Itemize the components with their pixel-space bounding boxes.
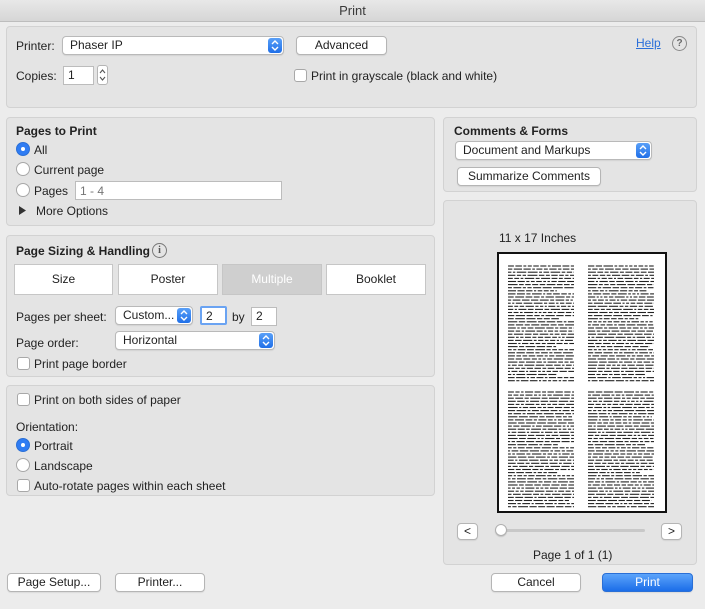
comments-forms-value: Document and Markups <box>463 143 591 157</box>
print-button[interactable]: Print <box>602 573 693 592</box>
chevron-updown-icon <box>259 333 273 348</box>
cancel-button[interactable]: Cancel <box>491 573 581 592</box>
radio-all-label: All <box>34 143 48 157</box>
grayscale-checkbox[interactable] <box>294 69 307 82</box>
both-sides-checkbox[interactable] <box>17 393 30 406</box>
window-title: Print <box>339 3 366 18</box>
page-setup-button[interactable]: Page Setup... <box>7 573 101 592</box>
by-label: by <box>232 310 245 324</box>
pages-to-print-title: Pages to Print <box>16 124 97 138</box>
question-circle-icon[interactable]: ? <box>672 36 687 51</box>
chevron-updown-icon <box>268 38 282 53</box>
chevron-updown-icon <box>177 308 191 323</box>
preview-thumbnails <box>508 265 654 508</box>
copies-label: Copies: <box>16 69 57 83</box>
copies-stepper[interactable] <box>97 65 108 85</box>
printer-select-value: Phaser IP <box>70 38 123 52</box>
page-indicator: Page 1 of 1 (1) <box>533 548 613 562</box>
radio-all[interactable] <box>16 142 30 156</box>
tab-poster[interactable]: Poster <box>118 264 218 295</box>
tab-multiple[interactable]: Multiple <box>222 264 322 295</box>
comments-forms-select[interactable]: Document and Markups <box>455 141 652 160</box>
radio-landscape-label: Landscape <box>34 459 93 473</box>
radio-portrait-label: Portrait <box>34 439 73 453</box>
tab-booklet[interactable]: Booklet <box>326 264 426 295</box>
autorotate-checkbox[interactable] <box>17 479 30 492</box>
copies-field[interactable]: 1 <box>63 66 94 85</box>
grayscale-label: Print in grayscale (black and white) <box>311 69 498 83</box>
radio-landscape[interactable] <box>16 458 30 472</box>
preview-prev-button[interactable]: < <box>457 523 478 540</box>
page-order-label: Page order: <box>16 336 79 350</box>
summarize-comments-button[interactable]: Summarize Comments <box>457 167 601 186</box>
info-circle-icon[interactable]: i <box>152 243 167 258</box>
preview-next-button[interactable]: > <box>661 523 682 540</box>
printer-label: Printer: <box>16 39 55 53</box>
pages-range-input[interactable] <box>75 181 282 200</box>
page-border-checkbox[interactable] <box>17 357 30 370</box>
info-icon-glyph: i <box>158 245 161 256</box>
page-sizing-title: Page Sizing & Handling <box>16 244 151 258</box>
preview-page <box>497 252 667 513</box>
advanced-button[interactable]: Advanced <box>296 36 387 55</box>
comments-forms-title: Comments & Forms <box>454 124 569 138</box>
printer-button[interactable]: Printer... <box>115 573 205 592</box>
printer-select[interactable]: Phaser IP <box>62 36 284 55</box>
page-border-label: Print page border <box>34 357 127 371</box>
triangle-right-icon[interactable] <box>19 206 27 215</box>
radio-portrait[interactable] <box>16 438 30 452</box>
preview-slider-track[interactable] <box>499 529 645 532</box>
more-options-label[interactable]: More Options <box>36 204 108 218</box>
preview-slider-knob[interactable] <box>495 524 507 536</box>
pages-per-sheet-value: Custom... <box>123 308 175 322</box>
autorotate-label: Auto-rotate pages within each sheet <box>34 479 226 493</box>
paper-size-label: 11 x 17 Inches <box>499 231 577 245</box>
help-icon-glyph: ? <box>676 38 683 49</box>
both-sides-label: Print on both sides of paper <box>34 393 181 407</box>
orientation-label: Orientation: <box>16 420 79 434</box>
columns-field[interactable]: 2 <box>200 306 227 325</box>
radio-pages-label: Pages <box>34 184 69 198</box>
pages-per-sheet-select[interactable]: Custom... <box>115 306 193 325</box>
pages-per-sheet-label: Pages per sheet: <box>16 310 107 324</box>
page-order-value: Horizontal <box>123 333 178 347</box>
radio-current-page[interactable] <box>16 162 30 176</box>
radio-current-page-label: Current page <box>34 163 105 177</box>
radio-pages[interactable] <box>16 183 30 197</box>
page-order-select[interactable]: Horizontal <box>115 331 275 350</box>
rows-field[interactable]: 2 <box>251 307 277 326</box>
chevron-updown-icon <box>636 143 650 158</box>
window-titlebar: Print <box>0 0 705 22</box>
tab-size[interactable]: Size <box>14 264 113 295</box>
help-link[interactable]: Help <box>636 36 661 50</box>
